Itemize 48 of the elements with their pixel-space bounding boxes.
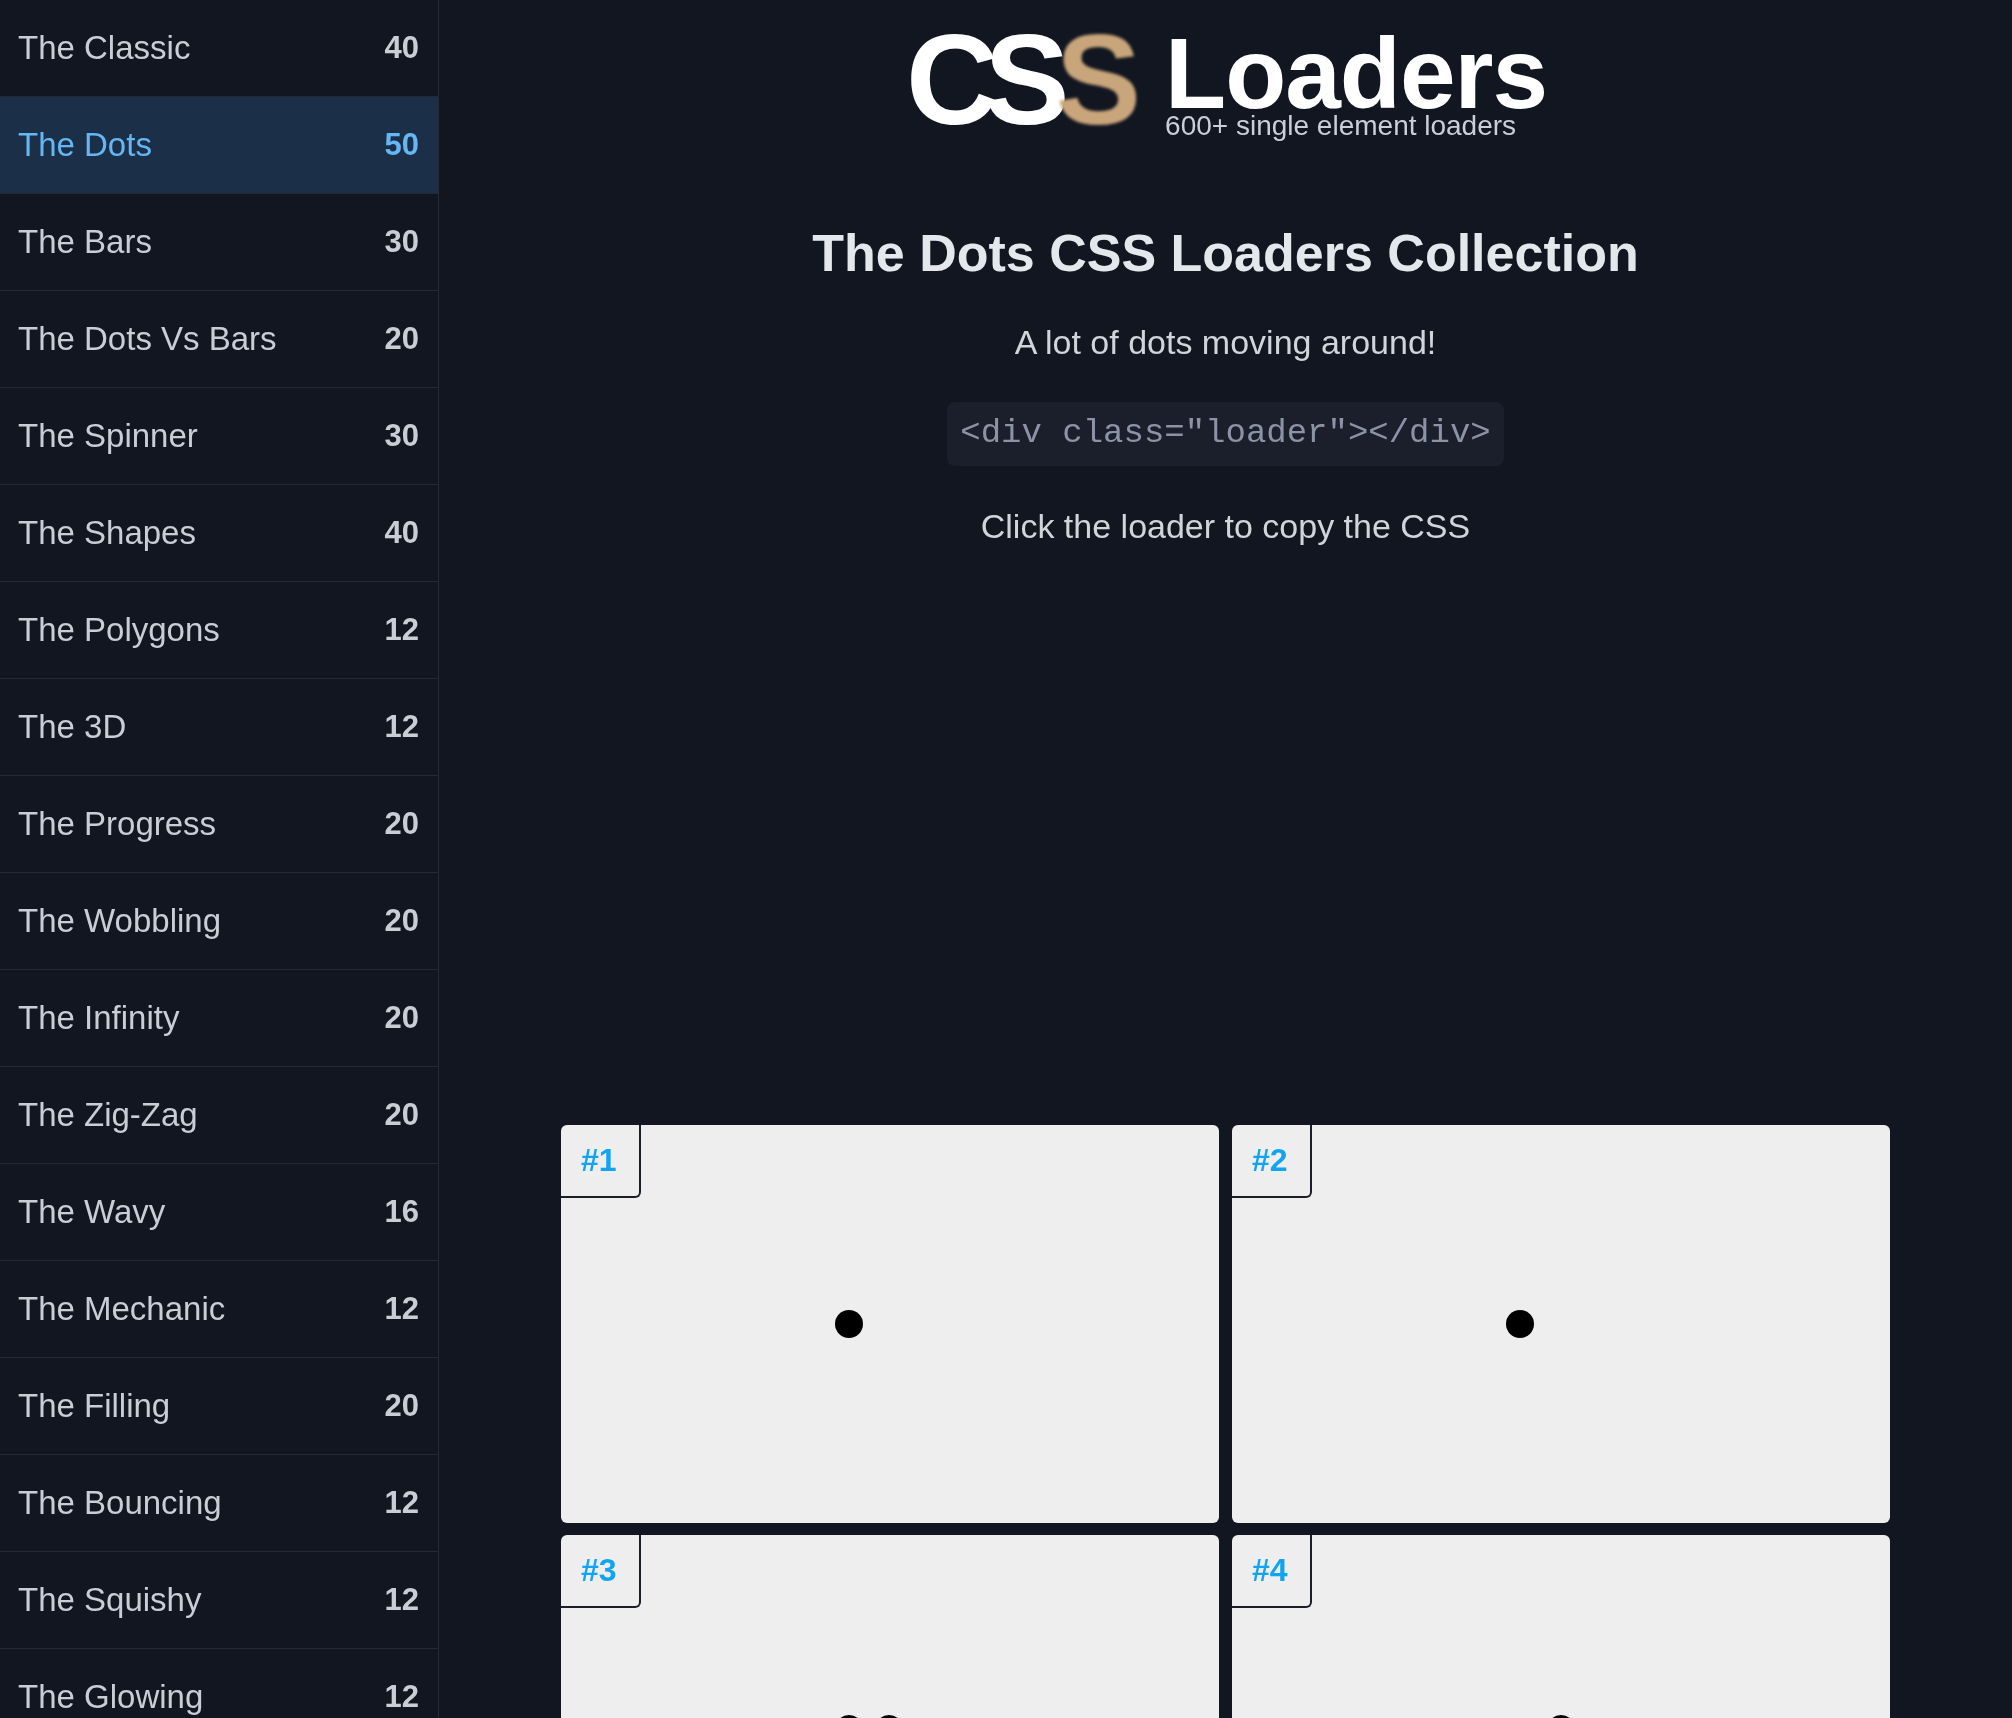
item-count: 50 (384, 127, 419, 163)
sidebar-item[interactable]: The Mechanic 12 (0, 1261, 438, 1358)
dot-icon (835, 1309, 863, 1338)
item-count: 20 (384, 806, 419, 842)
sidebar-item[interactable]: The Infinity 20 (0, 970, 438, 1067)
item-count: 20 (384, 1000, 419, 1036)
number-tag: #1 (561, 1124, 641, 1198)
page-title: The Dots CSS Loaders Collection (812, 223, 1639, 284)
item-count: 12 (384, 612, 419, 648)
sidebar-item[interactable]: The Wavy 16 (0, 1164, 438, 1261)
number-tag: #4 (1232, 1534, 1312, 1608)
item-count: 20 (384, 1097, 419, 1133)
sidebar-item[interactable]: The Wobbling 20 (0, 873, 438, 970)
dot-icon (1506, 1309, 1534, 1338)
item-count: 16 (384, 1194, 419, 1230)
code-snippet: <div class="loader"></div> (947, 402, 1504, 466)
sidebar-item[interactable]: The Squishy 12 (0, 1552, 438, 1649)
item-count: 12 (384, 709, 419, 745)
page-description: A lot of dots moving around! (1014, 322, 1437, 364)
item-count: 20 (384, 1388, 419, 1424)
sidebar-item[interactable]: The Filling 20 (0, 1358, 438, 1455)
item-count: 40 (384, 515, 419, 551)
sidebar-item[interactable]: The Glowing 12 (0, 1649, 438, 1718)
logo-mark: CSS (904, 28, 1143, 132)
item-count: 30 (384, 418, 419, 454)
sidebar-item[interactable]: The Bars 30 (0, 194, 438, 291)
item-count: 20 (384, 903, 419, 939)
sidebar-item[interactable]: The Bouncing 12 (0, 1455, 438, 1552)
item-count: 12 (384, 1582, 419, 1618)
item-count: 30 (384, 224, 419, 260)
logo-wordmark: Loaders (1165, 34, 1548, 112)
sidebar-item[interactable]: The Dots Vs Bars 20 (0, 291, 438, 388)
sidebar-item[interactable]: The Polygons 12 (0, 582, 438, 679)
sidebar-item[interactable]: The 3D 12 (0, 679, 438, 776)
sidebar-item[interactable]: The Progress 20 (0, 776, 438, 873)
sidebar-item[interactable]: The Dots 50 (0, 97, 438, 194)
item-count: 40 (384, 30, 419, 66)
item-count: 12 (384, 1291, 419, 1327)
sidebar-item[interactable]: The Shapes 40 (0, 485, 438, 582)
logo-tagline: 600+ single element loaders (1165, 112, 1518, 140)
sidebar-item[interactable]: The Spinner 30 (0, 388, 438, 485)
number-tag: #2 (1232, 1124, 1312, 1198)
item-count: 12 (384, 1485, 419, 1521)
sidebar-item[interactable]: The Zig-Zag 20 (0, 1067, 438, 1164)
number-tag: #3 (561, 1534, 641, 1608)
item-count: 12 (384, 1679, 419, 1715)
copy-hint: Click the loader to copy the CSS (980, 506, 1471, 547)
item-count: 20 (384, 321, 419, 357)
